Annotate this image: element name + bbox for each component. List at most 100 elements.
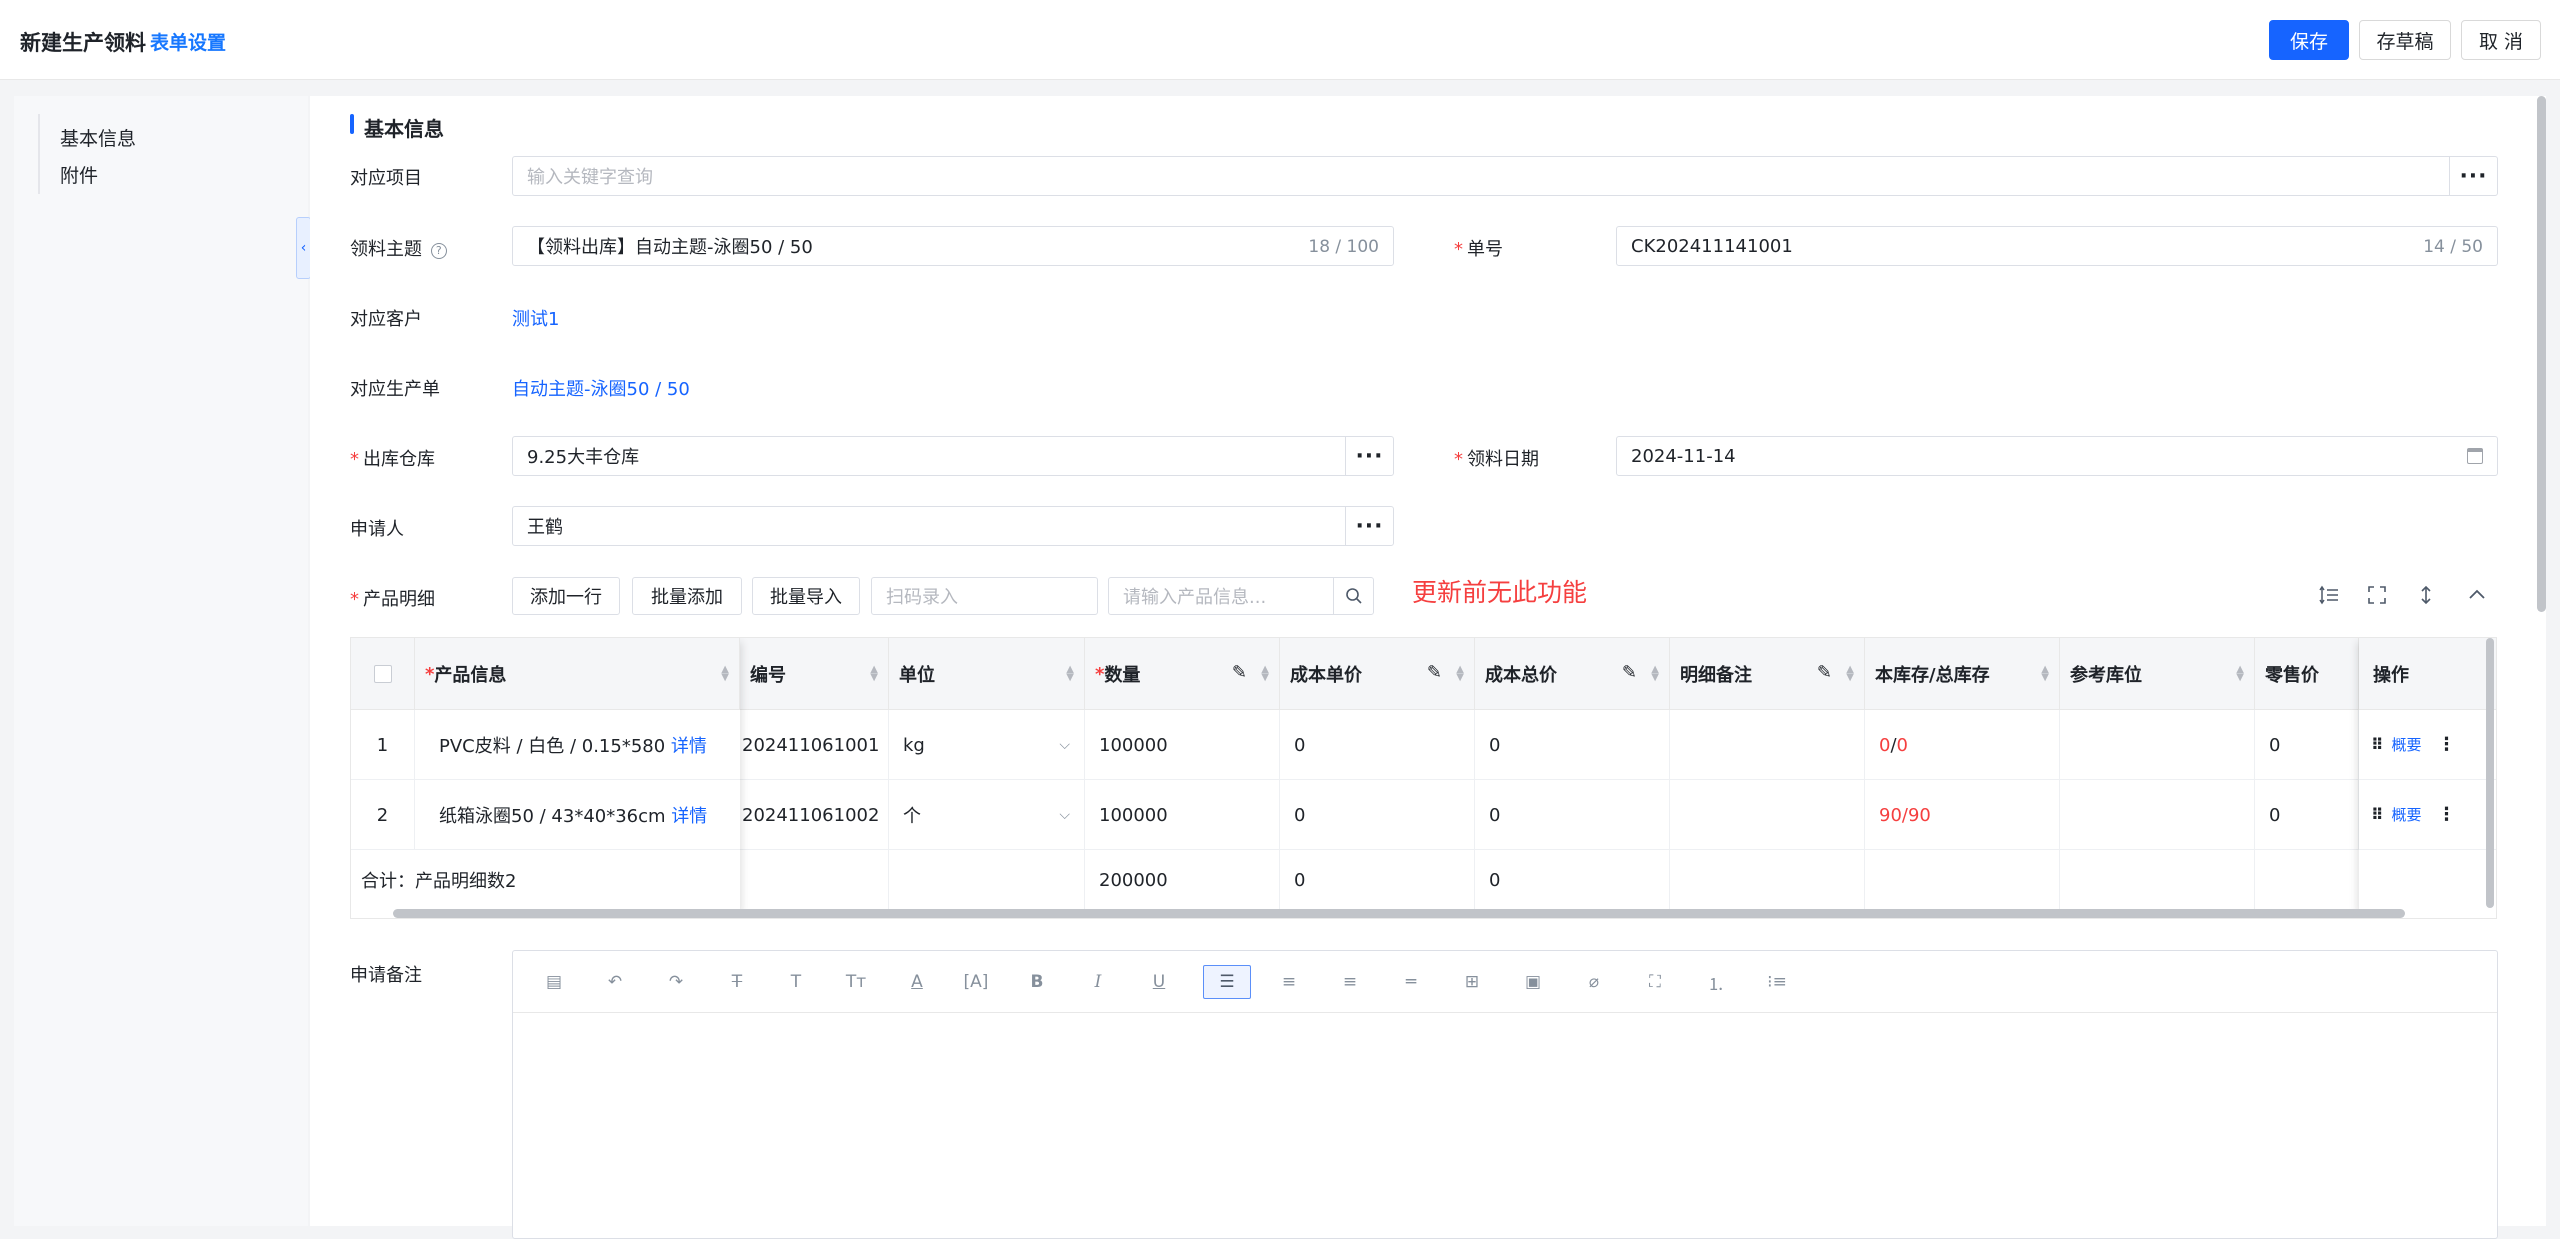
applicant-input[interactable]: 王鹤 ··· <box>512 506 1394 546</box>
batch-add-button[interactable]: 批量添加 <box>632 577 742 615</box>
help-icon[interactable]: ? <box>430 243 447 259</box>
chevron-up-icon[interactable] <box>2464 582 2490 608</box>
cell-remark[interactable] <box>1670 780 1865 850</box>
applicant-more-button[interactable]: ··· <box>1345 506 1393 546</box>
warehouse-more-button[interactable]: ··· <box>1345 436 1393 476</box>
cell-qty[interactable]: 100000 <box>1085 780 1280 850</box>
col-total-cost[interactable]: 成本总价 ✎ ▲ ▼ <box>1475 638 1670 710</box>
cancel-button[interactable]: 取 消 <box>2461 20 2541 60</box>
align-left-icon[interactable]: ☰ <box>1203 965 1251 999</box>
col-code[interactable]: 编号 ▲ ▼ <box>740 638 889 710</box>
col-unit-cost[interactable]: 成本单价 ✎ ▲ ▼ <box>1280 638 1475 710</box>
unit-select[interactable]: kg ⌵ <box>889 710 1085 780</box>
fullscreen-icon[interactable] <box>2364 582 2390 608</box>
cell-total-cost[interactable]: 0 <box>1475 780 1670 850</box>
fullscreen-editor-icon[interactable]: ⛶ <box>1638 965 1672 999</box>
sidebar-collapse-handle[interactable]: ‹ <box>296 217 311 279</box>
sort-icon[interactable]: ▲ ▼ <box>2041 665 2049 683</box>
calendar-icon[interactable] <box>2467 448 2483 464</box>
sort-icon[interactable]: ▲ ▼ <box>1066 665 1074 683</box>
product-detail-link[interactable]: 详情 <box>671 732 707 758</box>
page-scrollbar[interactable] <box>2537 96 2546 612</box>
cell-remark[interactable] <box>1670 710 1865 780</box>
strikethrough-icon[interactable]: T <box>720 965 754 999</box>
bold-icon[interactable]: B <box>1020 965 1054 999</box>
more-vertical-icon[interactable]: ⋮ <box>2438 734 2456 755</box>
select-all-checkbox[interactable] <box>373 665 392 683</box>
drag-handle-icon[interactable]: ⠿ <box>2371 735 2384 754</box>
attachment-icon[interactable]: ⌀ <box>1577 965 1611 999</box>
font-color-icon[interactable]: A <box>900 965 934 999</box>
col-remark[interactable]: 明细备注 ✎ ▲ ▼ <box>1670 638 1865 710</box>
project-search-input[interactable]: 输入关键字查询 ··· <box>512 156 2498 196</box>
more-vertical-icon[interactable]: ⋮ <box>2438 804 2456 825</box>
production-order-link[interactable]: 自动主题-泳圈50 / 50 <box>512 375 690 401</box>
table-icon[interactable]: ⊞ <box>1455 965 1489 999</box>
edit-icon[interactable]: ✎ <box>1817 662 1832 683</box>
summary-empty-cell <box>1670 850 1865 910</box>
cell-qty[interactable]: 100000 <box>1085 710 1280 780</box>
save-button[interactable]: 保存 <box>2269 20 2349 60</box>
drag-handle-icon[interactable]: ⠿ <box>2371 805 2384 824</box>
bullet-list-icon[interactable]: ⁝≡ <box>1760 965 1794 999</box>
summary-link[interactable]: 概要 <box>2392 804 2422 825</box>
col-location[interactable]: 参考库位 ▲ ▼ <box>2060 638 2255 710</box>
sort-icon[interactable]: ▲ ▼ <box>2236 665 2244 683</box>
underline-icon[interactable]: U <box>1142 965 1176 999</box>
edit-icon[interactable]: ✎ <box>1427 662 1442 683</box>
expand-vertical-icon[interactable] <box>2413 582 2439 608</box>
customer-link[interactable]: 测试1 <box>512 305 559 331</box>
sort-icon[interactable]: ▲ ▼ <box>1261 665 1269 683</box>
add-row-button[interactable]: 添加一行 <box>512 577 620 615</box>
subject-input[interactable]: 【领料出库】自动主题-泳圈50 / 50 18 / 100 <box>512 226 1394 266</box>
justify-icon[interactable]: ═ <box>1394 965 1428 999</box>
template-icon[interactable]: ▤ <box>537 965 571 999</box>
align-right-icon[interactable]: ≡ <box>1333 965 1367 999</box>
sort-icon[interactable]: ▲ ▼ <box>1651 665 1659 683</box>
cell-unit-cost[interactable]: 0 <box>1280 710 1475 780</box>
sort-icon[interactable]: ▲ ▼ <box>1456 665 1464 683</box>
font-size-icon[interactable]: Tт <box>839 965 873 999</box>
cell-unit-cost[interactable]: 0 <box>1280 780 1475 850</box>
cell-total-cost[interactable]: 0 <box>1475 710 1670 780</box>
scan-input[interactable]: 扫码录入 <box>871 577 1098 615</box>
align-center-icon[interactable]: ≡ <box>1272 965 1306 999</box>
product-search-input[interactable]: 请输入产品信息... <box>1108 577 1374 615</box>
sort-icon[interactable]: ▲ ▼ <box>1846 665 1854 683</box>
col-qty[interactable]: * 数量 ✎ ▲ ▼ <box>1085 638 1280 710</box>
redo-icon[interactable]: ↷ <box>659 965 693 999</box>
batch-import-button[interactable]: 批量导入 <box>752 577 860 615</box>
col-unit[interactable]: 单位 ▲ ▼ <box>889 638 1085 710</box>
table-vertical-scrollbar[interactable] <box>2486 638 2494 908</box>
col-unit-cost-label: 成本单价 <box>1290 665 1362 686</box>
product-table: 编号 ▲ ▼ 单位 ▲ ▼ * 数量 ✎ ▲ ▼ 成本单价 ✎ ▲ ▼ 成本总价 ✎ ▲ ▼ 明细备注 ✎ ▲ ▼… <box>350 637 2497 919</box>
project-more-button[interactable]: ··· <box>2449 156 2497 196</box>
summary-link[interactable]: 概要 <box>2392 734 2422 755</box>
col-stock[interactable]: 本库存/总库存 ▲ ▼ <box>1865 638 2060 710</box>
background-color-icon[interactable]: [A] <box>959 965 993 999</box>
row-height-icon[interactable] <box>2316 582 2342 608</box>
product-detail-link[interactable]: 详情 <box>671 802 707 828</box>
rich-text-editor[interactable]: ▤ ↶ ↷ T T Tт A [A] B I U ☰ ≡ ≡ ═ ⊞ ▣ ⌀ ⛶… <box>512 950 2498 1239</box>
table-horizontal-scrollbar[interactable] <box>393 909 2405 918</box>
form-settings-link[interactable]: 表单设置 <box>150 28 226 55</box>
nav-item-attachments[interactable]: 附件 <box>60 161 98 188</box>
sort-icon[interactable]: ▲ ▼ <box>721 665 729 683</box>
date-input[interactable]: 2024-11-14 <box>1616 436 2498 476</box>
col-product[interactable]: * 产品信息 ▲ ▼ <box>415 638 740 710</box>
edit-icon[interactable]: ✎ <box>1622 662 1637 683</box>
italic-icon[interactable]: I <box>1081 965 1115 999</box>
warehouse-input[interactable]: 9.25大丰仓库 ··· <box>512 436 1394 476</box>
ordered-list-icon[interactable]: ⒈ <box>1699 965 1733 999</box>
search-icon[interactable] <box>1333 577 1373 615</box>
save-draft-button[interactable]: 存草稿 <box>2359 20 2451 60</box>
undo-icon[interactable]: ↶ <box>598 965 632 999</box>
nav-item-basic-info[interactable]: 基本信息 <box>60 124 136 151</box>
image-icon[interactable]: ▣ <box>1516 965 1550 999</box>
edit-icon[interactable]: ✎ <box>1232 662 1247 683</box>
unit-select[interactable]: 个 ⌵ <box>889 780 1085 850</box>
col-retail[interactable]: 零售价 <box>2255 638 2359 710</box>
sort-icon[interactable]: ▲ ▼ <box>870 665 878 683</box>
heading-icon[interactable]: T <box>779 965 813 999</box>
number-input[interactable]: CK202411141001 14 / 50 <box>1616 226 2498 266</box>
